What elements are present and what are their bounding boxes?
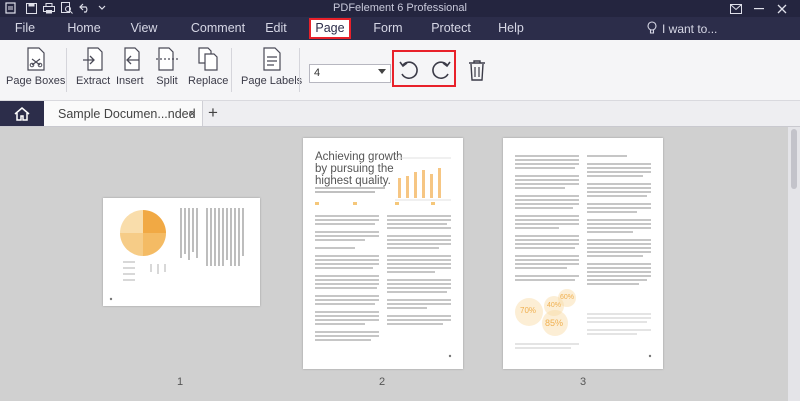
minimize-icon[interactable] [748, 0, 770, 17]
ribbon-divider [66, 48, 67, 92]
page-3-stat-d: 60% [560, 294, 575, 301]
home-tab[interactable] [0, 101, 44, 126]
menu-edit[interactable]: Edit [260, 20, 292, 37]
page-thumbnail-2[interactable]: Achieving growth by pursuing the highest… [303, 138, 463, 369]
extract-button[interactable]: Extract [76, 46, 110, 87]
chevron-down-icon [378, 69, 386, 74]
close-window-icon[interactable] [771, 0, 793, 17]
page-selector-dropdown[interactable]: 4 [309, 64, 391, 83]
menu-file[interactable]: File [10, 20, 40, 37]
search-help-input[interactable]: I want to... [662, 22, 717, 36]
lightbulb-icon [647, 21, 657, 38]
menu-help[interactable]: Help [495, 20, 527, 37]
add-tab-button[interactable]: + [205, 104, 221, 122]
replace-label: Replace [188, 75, 229, 87]
document-tab-title: Sample Documen...nded [58, 107, 196, 121]
page-number-3: 3 [579, 376, 587, 388]
page-selector-value: 4 [314, 67, 321, 79]
page-number-2: 2 [378, 376, 386, 388]
insert-button[interactable]: Insert [116, 46, 144, 87]
page-1-content [109, 208, 244, 301]
rotate-counterclockwise-icon [399, 61, 418, 80]
split-button[interactable]: Split [155, 46, 179, 87]
menu-form[interactable]: Form [369, 20, 407, 37]
insert-label: Insert [116, 75, 144, 87]
page-3-content [515, 155, 652, 358]
page-labels-button[interactable]: Page Labels [241, 46, 302, 87]
extract-label: Extract [76, 75, 111, 87]
menu-home[interactable]: Home [64, 20, 104, 37]
split-label: Split [156, 75, 178, 87]
page-thumbnail-3[interactable]: 70% 40% 85% 60% [503, 138, 663, 369]
rotate-left-button[interactable] [398, 59, 420, 86]
document-tab[interactable]: Sample Documen...nded × [44, 101, 203, 126]
insert-icon [118, 46, 142, 72]
home-icon [14, 106, 30, 121]
page-boxes-button[interactable]: Page Boxes [6, 46, 65, 87]
page-labels-icon [260, 46, 284, 72]
page-boxes-icon [24, 46, 48, 72]
page-3-stat-c: 85% [545, 318, 564, 328]
page-3-stat-a: 70% [520, 306, 537, 315]
rotate-clockwise-icon [432, 61, 451, 80]
page-2-content [315, 157, 452, 358]
window-title: PDFelement 6 Professional [333, 2, 467, 14]
delete-page-button[interactable] [468, 59, 486, 86]
page-number-1: 1 [176, 376, 184, 388]
ribbon-divider [231, 48, 232, 92]
trash-icon [469, 60, 485, 81]
scrollbar-thumb[interactable] [791, 129, 797, 189]
replace-button[interactable]: Replace [188, 46, 228, 87]
replace-icon [196, 46, 220, 72]
menu-view[interactable]: View [124, 20, 164, 37]
ribbon-divider [299, 48, 300, 92]
menu-comment[interactable]: Comment [182, 20, 254, 37]
extract-icon [81, 46, 105, 72]
vertical-scrollbar[interactable] [788, 127, 800, 401]
menu-bar: File Home View Comment Edit Page Form Pr… [0, 17, 800, 40]
page-labels-label: Page Labels [241, 75, 303, 87]
close-tab-icon[interactable]: × [188, 106, 196, 121]
feedback-icon[interactable] [725, 0, 747, 17]
menu-page[interactable]: Page [309, 18, 351, 39]
page-thumbnail-1[interactable] [103, 198, 260, 306]
page-boxes-label: Page Boxes [6, 75, 66, 87]
split-icon [155, 46, 179, 72]
page-3-stat-b: 40% [547, 302, 562, 309]
menu-protect[interactable]: Protect [428, 20, 474, 37]
title-bar: PDFelement 6 Professional [0, 0, 800, 17]
rotate-right-button[interactable] [430, 59, 452, 86]
